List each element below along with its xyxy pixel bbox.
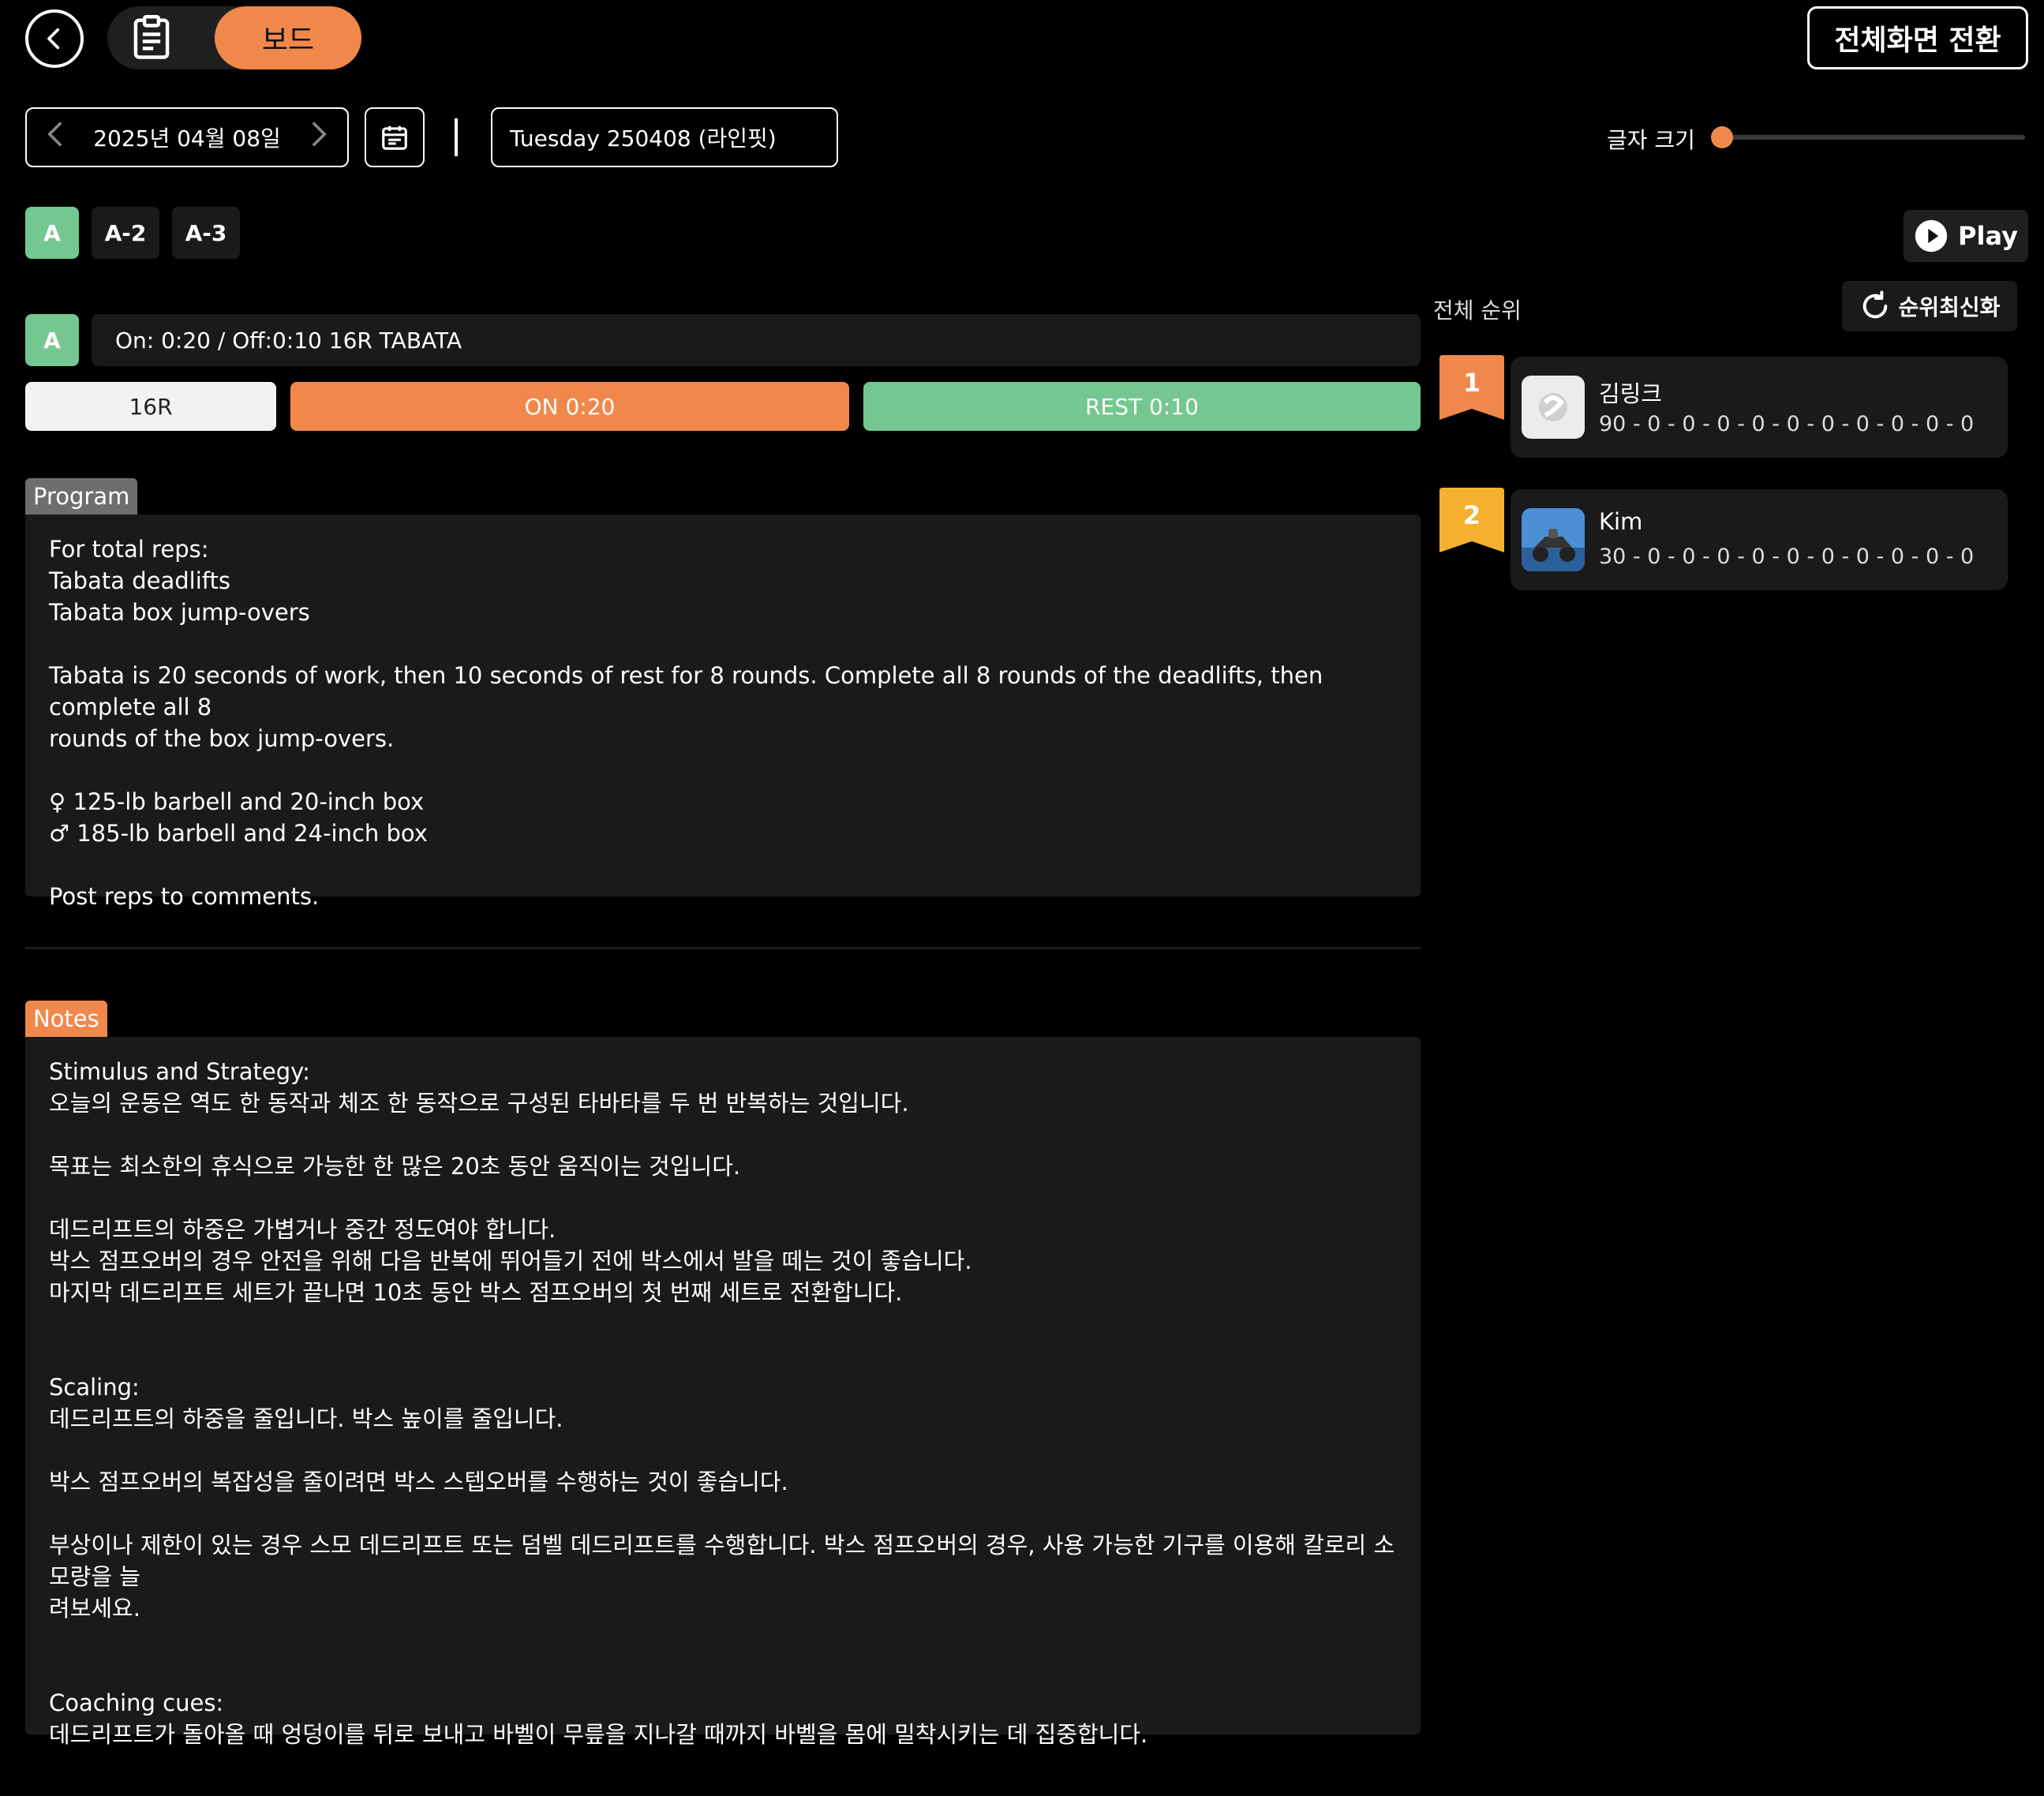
font-size-slider[interactable] — [1713, 135, 2025, 140]
date-navigator: 2025년 04월 08일 — [25, 107, 349, 167]
program-selector[interactable]: Tuesday 250408 (라인핏) — [491, 107, 838, 167]
back-button[interactable] — [25, 9, 84, 68]
calendar-button[interactable] — [365, 107, 425, 167]
rounds-indicator: 16R — [25, 382, 276, 431]
avatar — [1522, 508, 1585, 571]
rank-name: Kim — [1599, 508, 1643, 535]
program-text: For total reps: Tabata deadlifts Tabata … — [25, 514, 1421, 910]
notes-text: Stimulus and Strategy: 오늘의 운동은 역도 한 동작과 … — [25, 1037, 1421, 1748]
program-section-label: Program — [25, 478, 138, 514]
board-label: 보드 — [261, 24, 315, 57]
tab-label: A — [43, 219, 61, 246]
tab-a-3[interactable]: A-3 — [172, 207, 240, 259]
ranking-title: 전체 순위 — [1433, 297, 1522, 324]
rest-text: REST 0:10 — [1085, 393, 1199, 420]
workout-title: On: 0:20 / Off:0:10 16R TABATA — [92, 314, 1421, 366]
fullscreen-button[interactable]: 전체화면 전환 — [1807, 6, 2028, 69]
rank-badge: 2 — [1439, 488, 1504, 552]
rank-score: 90 - 0 - 0 - 0 - 0 - 0 - 0 - 0 - 0 - 0 -… — [1599, 412, 1978, 436]
rank-number: 2 — [1463, 500, 1481, 530]
workout-title-text: On: 0:20 / Off:0:10 16R TABATA — [115, 327, 462, 354]
play-button[interactable]: Play — [1904, 210, 2028, 262]
clipboard-icon — [133, 15, 170, 59]
rank-score: 30 - 0 - 0 - 0 - 0 - 0 - 0 - 0 - 0 - 0 -… — [1599, 544, 1978, 569]
ranking-entry[interactable]: 김링크 90 - 0 - 0 - 0 - 0 - 0 - 0 - 0 - 0 -… — [1511, 357, 2008, 458]
font-size-label: 글자 크기 — [1607, 127, 1695, 153]
program-name: Tuesday 250408 (라인핏) — [510, 125, 777, 152]
chevron-right-icon[interactable] — [309, 120, 328, 155]
fullscreen-label: 전체화면 전환 — [1834, 24, 2001, 57]
clipboard-view-button[interactable] — [126, 13, 177, 63]
on-interval: ON 0:20 — [290, 382, 849, 431]
chevron-left-icon — [47, 28, 60, 50]
tab-label: A-2 — [104, 219, 147, 246]
rank-badge: 1 — [1439, 355, 1504, 420]
rank-number: 1 — [1463, 368, 1481, 398]
on-text: ON 0:20 — [524, 393, 616, 420]
tab-a[interactable]: A — [25, 207, 79, 259]
rank-name: 김링크 — [1599, 380, 1663, 407]
section-divider — [25, 947, 1421, 949]
date-text: 2025년 04월 08일 — [93, 125, 281, 152]
ranking-entry[interactable]: Kim 30 - 0 - 0 - 0 - 0 - 0 - 0 - 0 - 0 -… — [1511, 489, 2008, 590]
play-label: Play — [1958, 221, 2018, 251]
font-size-slider-thumb[interactable] — [1711, 126, 1733, 148]
avatar — [1522, 376, 1585, 439]
calendar-icon — [382, 125, 407, 150]
rounds-text: 16R — [129, 393, 173, 420]
workout-badge: A — [25, 314, 79, 366]
tab-label: A-3 — [185, 219, 227, 246]
rest-interval: REST 0:10 — [863, 382, 1421, 431]
notes-section-label: Notes — [25, 1001, 107, 1037]
tab-a-2[interactable]: A-2 — [92, 207, 159, 259]
refresh-ranking-button[interactable]: 순위최신화 — [1842, 281, 2017, 331]
divider — [455, 118, 458, 156]
board-view-button[interactable]: 보드 — [215, 6, 361, 69]
refresh-label: 순위최신화 — [1898, 294, 2001, 320]
play-icon — [1915, 219, 1948, 253]
refresh-icon — [1862, 290, 1887, 319]
chevron-left-icon[interactable] — [46, 120, 65, 155]
